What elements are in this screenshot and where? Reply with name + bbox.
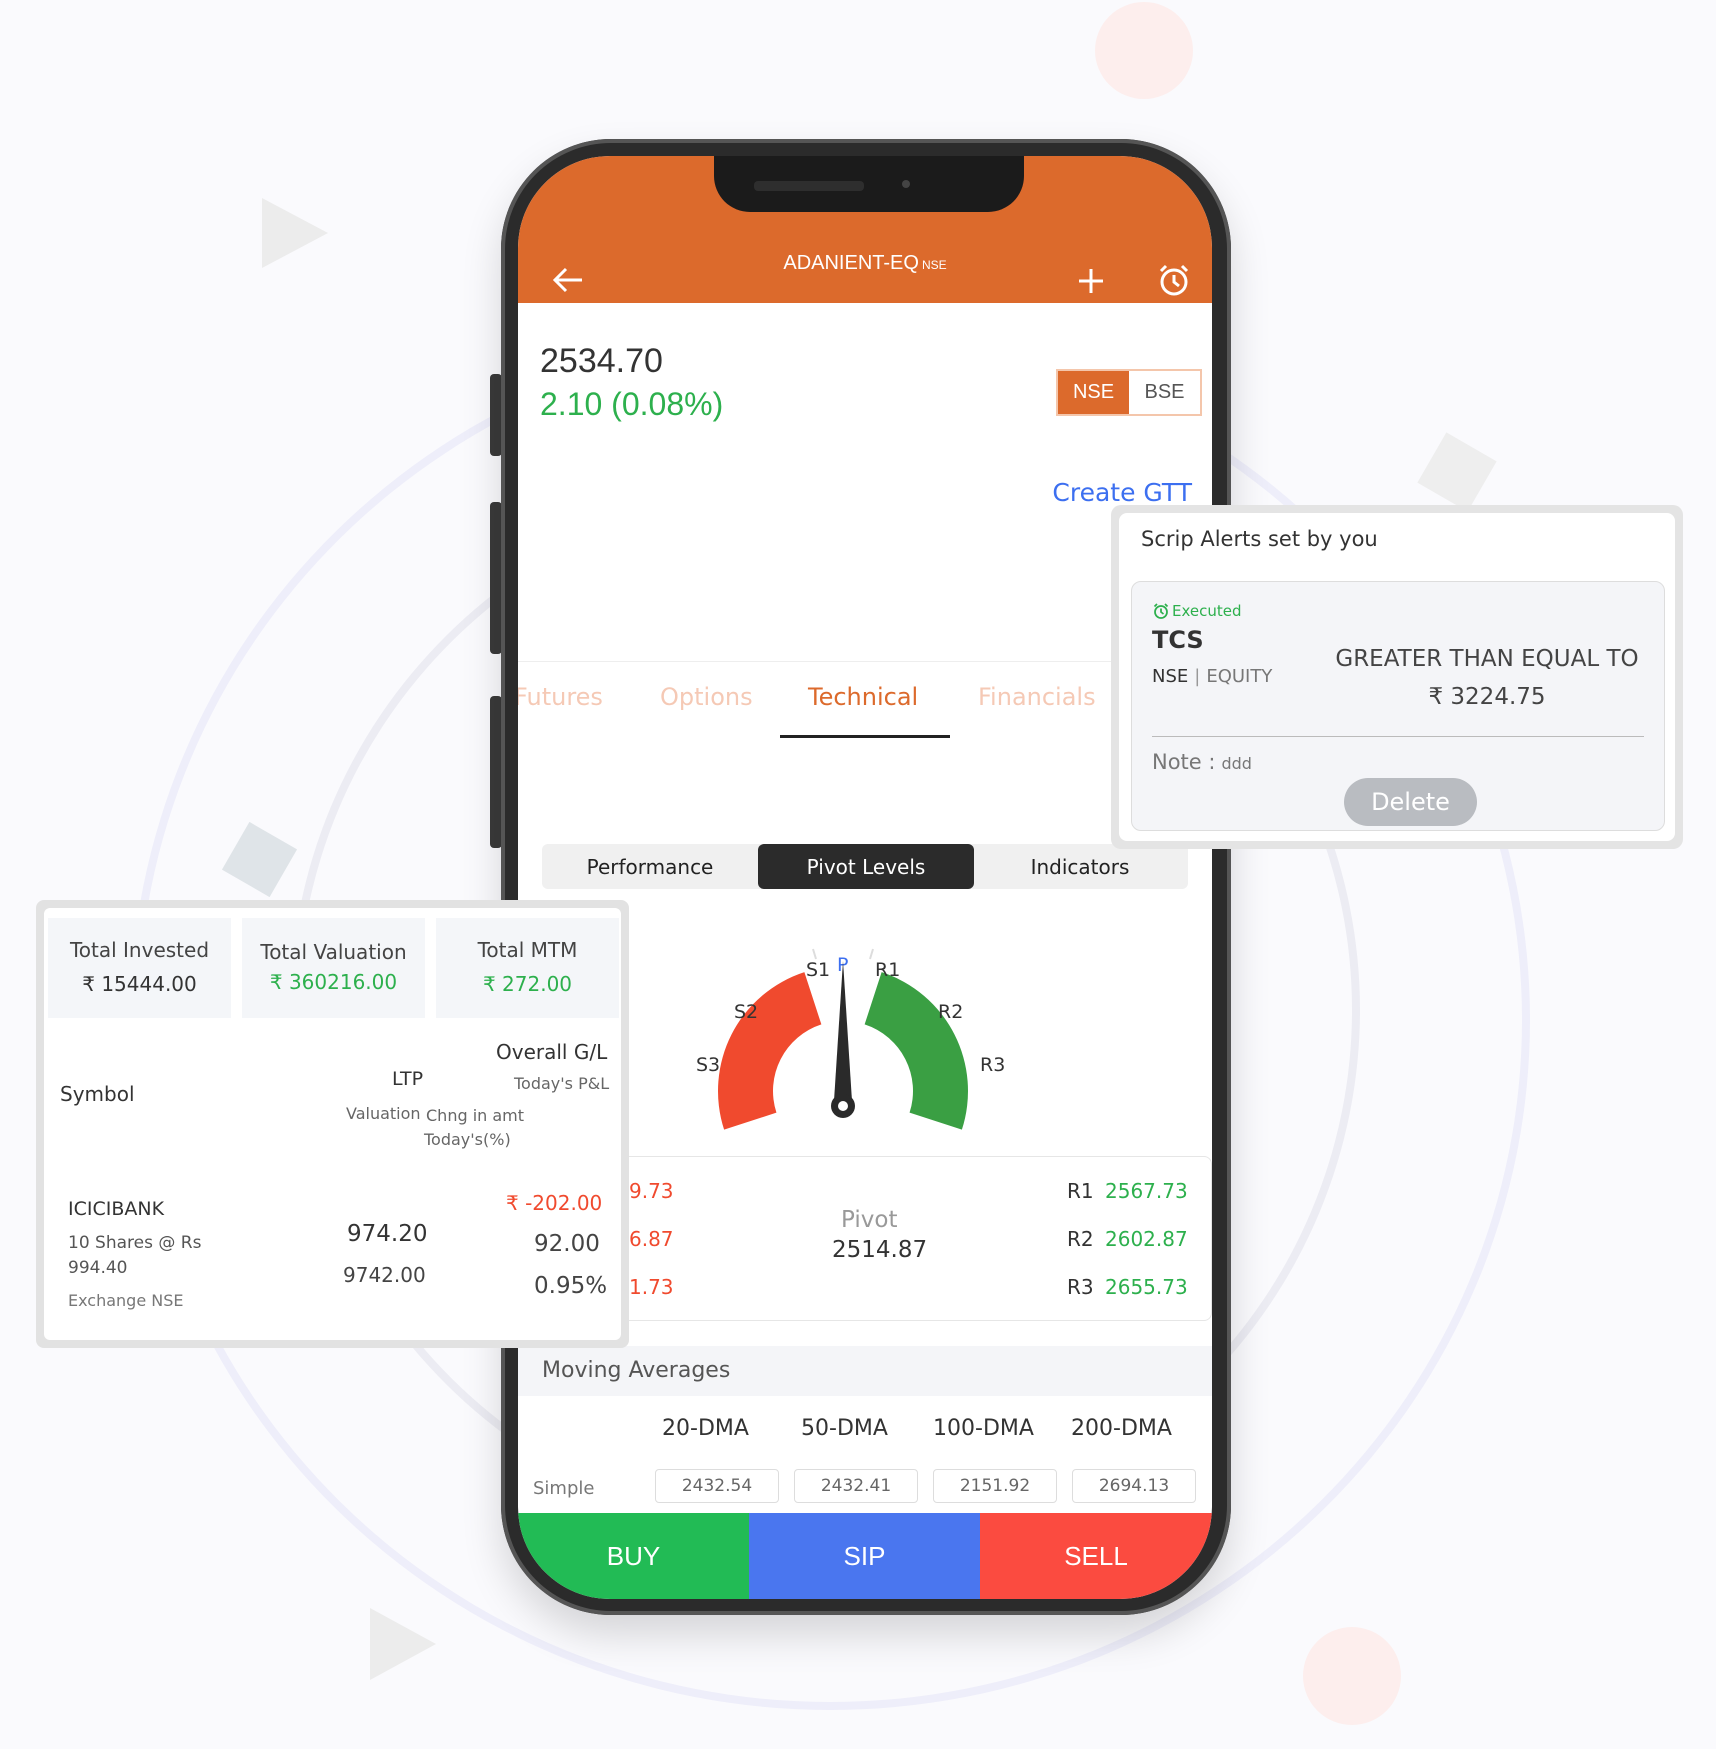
gauge-label-s2: S2 bbox=[734, 1001, 758, 1023]
sip-button[interactable]: SIP bbox=[749, 1513, 980, 1599]
total-mtm: Total MTM ₹ 272.00 bbox=[436, 918, 619, 1018]
pivot-value: 2514.87 bbox=[832, 1237, 928, 1263]
holding-avg-price: 994.40 bbox=[68, 1258, 128, 1278]
alarm-button[interactable] bbox=[1156, 262, 1192, 304]
background-triangle bbox=[370, 1608, 436, 1680]
resistance-r3-value: 2655.73 bbox=[1105, 1275, 1188, 1299]
alert-item: Executed TCS NSE | EQUITY GREATER THAN EQU… bbox=[1131, 581, 1665, 831]
holding-ltp: 974.20 bbox=[347, 1221, 428, 1247]
gauge-tick bbox=[812, 948, 817, 960]
holding-symbol: ICICIBANK bbox=[68, 1198, 165, 1220]
support-s1-value: 9.73 bbox=[629, 1179, 674, 1203]
scrip-alerts-card: Scrip Alerts set by you Executed TCS NSE… bbox=[1111, 505, 1683, 849]
ma-row-simple-label: Simple bbox=[533, 1478, 595, 1499]
background-circle bbox=[1095, 2, 1193, 99]
tab-futures[interactable]: Futures bbox=[518, 683, 603, 711]
tab-financials[interactable]: Financials bbox=[978, 683, 1096, 711]
tabs-divider bbox=[518, 661, 1212, 662]
resistance-r1-value: 2567.73 bbox=[1105, 1179, 1188, 1203]
background-triangle bbox=[262, 198, 328, 268]
ma-col-50dma: 50-DMA bbox=[801, 1416, 888, 1441]
exchange-toggle[interactable]: NSE BSE bbox=[1056, 369, 1202, 416]
tab-technical[interactable]: Technical bbox=[808, 683, 918, 711]
resistance-r3-label: R3 bbox=[1067, 1275, 1094, 1299]
gauge-resistance-arc bbox=[864, 972, 968, 1130]
total-invested: Total Invested ₹ 15444.00 bbox=[48, 918, 231, 1018]
gauge-needle bbox=[834, 961, 852, 1101]
resistance-r2-label: R2 bbox=[1067, 1227, 1094, 1251]
price-change: 2.10 (0.08%) bbox=[540, 386, 724, 422]
ma-simple-100dma: 2151.92 bbox=[933, 1469, 1057, 1503]
technical-subtabs: Performance Pivot Levels Indicators bbox=[542, 844, 1188, 889]
holding-overall-gl: ₹ -202.00 bbox=[506, 1191, 603, 1215]
holding-exchange: Exchange NSE bbox=[68, 1291, 184, 1310]
active-tab-indicator bbox=[780, 735, 950, 738]
phone-notch bbox=[714, 156, 1024, 212]
alarm-clock-icon bbox=[1153, 603, 1169, 619]
header-symbol: Symbol bbox=[60, 1082, 135, 1106]
ma-simple-200dma: 2694.13 bbox=[1072, 1469, 1196, 1503]
support-s3-value: 1.73 bbox=[629, 1275, 674, 1299]
background-circle bbox=[1303, 1627, 1401, 1725]
gauge-tick bbox=[869, 948, 874, 960]
total-valuation: Total Valuation ₹ 360216.00 bbox=[242, 918, 425, 1018]
header-overall-gl: Overall G/L bbox=[496, 1040, 608, 1064]
exchange-bse[interactable]: BSE bbox=[1129, 371, 1200, 414]
header-title: ADANIENT-EQ NSE bbox=[783, 252, 947, 274]
ma-simple-20dma: 2432.54 bbox=[655, 1469, 779, 1503]
header-valuation: Valuation bbox=[346, 1104, 421, 1123]
header-todays-pct: Today's(%) bbox=[424, 1130, 511, 1149]
resistance-r1-label: R1 bbox=[1067, 1179, 1094, 1203]
ma-col-20dma: 20-DMA bbox=[662, 1416, 749, 1441]
alert-status: Executed bbox=[1152, 602, 1242, 620]
app-header: ADANIENT-EQ NSE bbox=[518, 156, 1212, 303]
alert-target-price: ₹ 3224.75 bbox=[1428, 684, 1546, 710]
sell-button[interactable]: SELL bbox=[980, 1513, 1212, 1599]
phone-screen: ADANIENT-EQ NSE 2534.70 2.10 (0.08%) NSE … bbox=[518, 156, 1212, 1599]
last-price: 2534.70 bbox=[540, 342, 663, 380]
holding-chng-amt: 92.00 bbox=[534, 1231, 600, 1257]
gauge-label-s1: S1 bbox=[806, 959, 830, 981]
gauge-label-r3: R3 bbox=[980, 1054, 1005, 1076]
plus-icon bbox=[1079, 269, 1103, 293]
buy-button[interactable]: BUY bbox=[518, 1513, 749, 1599]
alert-exchange-segment: NSE | EQUITY bbox=[1152, 666, 1273, 687]
holding-todays-pct: 0.95% bbox=[534, 1273, 608, 1299]
header-ltp: LTP bbox=[392, 1068, 424, 1090]
resistance-r2-value: 2602.87 bbox=[1105, 1227, 1188, 1251]
alert-note: Note : ddd bbox=[1152, 750, 1252, 774]
alert-condition: GREATER THAN EQUAL TO ₹ 3224.75 bbox=[1307, 640, 1667, 716]
header-todays-pl: Today's P&L bbox=[514, 1074, 610, 1093]
moving-averages-title: Moving Averages bbox=[518, 1346, 1212, 1396]
alarm-clock-icon bbox=[1159, 264, 1189, 296]
support-s2-value: 6.87 bbox=[629, 1227, 674, 1251]
background-square bbox=[1417, 432, 1497, 512]
add-button[interactable] bbox=[1076, 266, 1106, 302]
gauge-label-r1: R1 bbox=[875, 959, 900, 981]
subtab-performance[interactable]: Performance bbox=[542, 844, 758, 889]
ma-col-100dma: 100-DMA bbox=[933, 1416, 1034, 1441]
ma-simple-50dma: 2432.41 bbox=[794, 1469, 918, 1503]
divider bbox=[1152, 736, 1644, 737]
gauge-label-s3: S3 bbox=[696, 1054, 720, 1076]
alerts-title: Scrip Alerts set by you bbox=[1141, 527, 1378, 551]
pivot-gauge: S3 S2 S1 P R1 R2 R3 bbox=[696, 948, 1005, 1130]
ma-col-200dma: 200-DMA bbox=[1071, 1416, 1172, 1441]
portfolio-card: Total Invested ₹ 15444.00 Total Valuatio… bbox=[36, 900, 629, 1348]
alert-symbol: TCS bbox=[1152, 626, 1204, 654]
subtab-indicators[interactable]: Indicators bbox=[972, 844, 1188, 889]
holding-valuation: 9742.00 bbox=[343, 1263, 426, 1287]
exchange-nse[interactable]: NSE bbox=[1058, 371, 1129, 414]
header-chng-in-amt: Chng in amt bbox=[426, 1106, 525, 1125]
pivot-label: Pivot bbox=[841, 1207, 898, 1233]
delete-alert-button[interactable]: Delete bbox=[1344, 778, 1477, 826]
holding-qty: 10 Shares @ Rs bbox=[68, 1233, 202, 1253]
tab-options[interactable]: Options bbox=[660, 683, 753, 711]
gauge-label-r2: R2 bbox=[938, 1001, 963, 1023]
create-gtt-link[interactable]: Create GTT bbox=[1052, 478, 1192, 507]
subtab-pivot-levels[interactable]: Pivot Levels bbox=[758, 844, 974, 889]
gauge-support-arc bbox=[718, 972, 822, 1130]
